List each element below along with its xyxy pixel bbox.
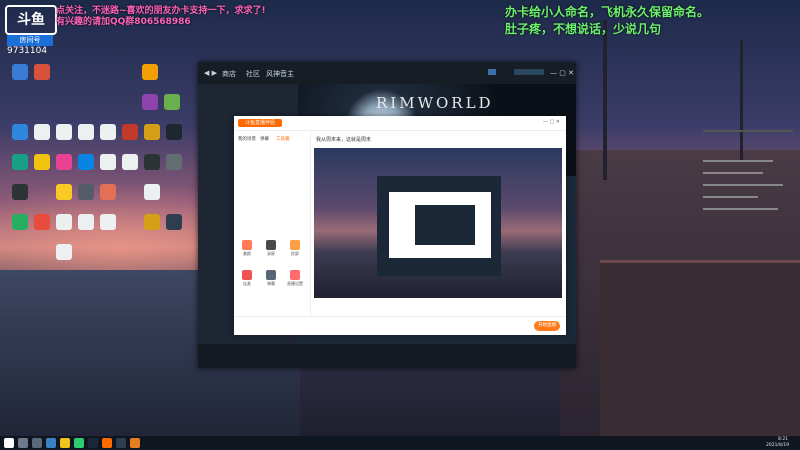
chat-line — [703, 184, 783, 186]
desktop-icon[interactable] — [152, 94, 192, 112]
desktop-icon[interactable] — [44, 244, 84, 262]
chat-line — [703, 196, 758, 198]
tool-settings[interactable]: 直播设置 — [286, 270, 304, 287]
tool-record[interactable]: 录屏 — [262, 240, 280, 257]
game-title: RIMWORLD — [376, 94, 494, 112]
window-controls[interactable]: — ▢ ✕ — [543, 119, 560, 125]
desktop-icon[interactable] — [22, 64, 62, 82]
start-menu-icon[interactable] — [4, 438, 14, 448]
tab-scenes[interactable]: 我的场景 — [238, 136, 256, 142]
file-explorer-icon[interactable] — [60, 438, 70, 448]
steam-titlebar: ◀ ▶ 商店 社区 风神音主 — ▢ ✕ — [198, 62, 576, 84]
task-view-icon[interactable] — [32, 438, 42, 448]
taskbar-app-icon[interactable] — [116, 438, 126, 448]
steam-icon[interactable] — [88, 438, 98, 448]
chat-divider — [703, 130, 793, 132]
douyu-companion-window[interactable]: 斗鱼直播伴侣 — ▢ ✕ 我的场景 弹幕 工具箱 美颜 录屏 投屏 连麦 弹幕 … — [234, 116, 566, 335]
left-panel: 我的场景 弹幕 工具箱 美颜 录屏 投屏 连麦 弹幕 直播设置 — [234, 130, 311, 316]
danmaku-chat-overlay — [703, 120, 797, 250]
account-menu[interactable] — [514, 69, 544, 75]
desktop-icon[interactable] — [154, 154, 194, 172]
app-logo: 斗鱼直播伴侣 — [238, 119, 282, 127]
chat-line — [703, 160, 773, 162]
rimworld-icon[interactable] — [130, 438, 140, 448]
window-controls[interactable]: — ▢ ✕ — [550, 69, 574, 77]
desktop-icon[interactable] — [154, 124, 194, 142]
tool-beauty[interactable]: 美颜 — [238, 240, 256, 257]
chat-line — [703, 172, 763, 174]
room-label: 房间号 — [7, 35, 53, 46]
windows-taskbar: 8:21 2021/8/19 — [0, 436, 800, 450]
overlay-qq-text: 有兴趣的请加QQ群806568986 — [56, 17, 191, 27]
wallpaper-pole — [603, 20, 607, 180]
search-icon[interactable] — [18, 438, 28, 448]
desktop-icon[interactable] — [132, 184, 172, 202]
desktop-icon[interactable] — [0, 184, 40, 202]
notification-icon[interactable] — [488, 69, 496, 75]
steam-footer — [198, 344, 576, 368]
back-arrow-icon[interactable]: ◀ ▶ — [204, 69, 217, 77]
edge-icon[interactable] — [46, 438, 56, 448]
desktop-icon[interactable] — [130, 64, 170, 82]
preview-recursive-window — [415, 205, 475, 245]
tool-cast[interactable]: 投屏 — [286, 240, 304, 257]
nav-community[interactable]: 社区 — [246, 69, 260, 79]
tab-toolbox[interactable]: 工具箱 — [276, 136, 290, 142]
desktop-icon[interactable] — [88, 184, 128, 202]
clock-date[interactable]: 2021/8/19 — [766, 443, 789, 448]
tab-danmaku[interactable]: 弹幕 — [260, 136, 269, 142]
app-footer-toolbar: 开始直播 — [234, 316, 566, 335]
desktop-icon[interactable] — [154, 214, 194, 232]
app-header: 斗鱼直播伴侣 — ▢ ✕ — [234, 116, 566, 131]
room-number: 9731104 — [7, 46, 48, 56]
douyu-logo: 斗鱼 — [5, 5, 57, 35]
wallpaper-rooftop-near — [600, 260, 800, 443]
tool-mic-link[interactable]: 连麦 — [238, 270, 256, 287]
wechat-icon[interactable] — [74, 438, 84, 448]
tool-danmaku[interactable]: 弹幕 — [262, 270, 280, 287]
nav-store[interactable]: 商店 — [222, 69, 236, 79]
desktop-icon[interactable] — [88, 214, 128, 232]
nav-user[interactable]: 风神音主 — [266, 69, 294, 79]
overlay-naming-text: 办卡给小人命名，飞机永久保留命名。 — [505, 5, 710, 19]
start-live-button[interactable]: 开始直播 — [534, 321, 560, 331]
stream-preview — [314, 148, 562, 298]
clock-time[interactable]: 8:21 — [778, 437, 788, 442]
douyu-icon[interactable] — [102, 438, 112, 448]
chat-line — [703, 208, 778, 210]
overlay-status-text: 肚子疼，不想说话，少说几句 — [505, 22, 662, 36]
preview-title: 我从周末来，这就是周末 — [316, 137, 372, 143]
